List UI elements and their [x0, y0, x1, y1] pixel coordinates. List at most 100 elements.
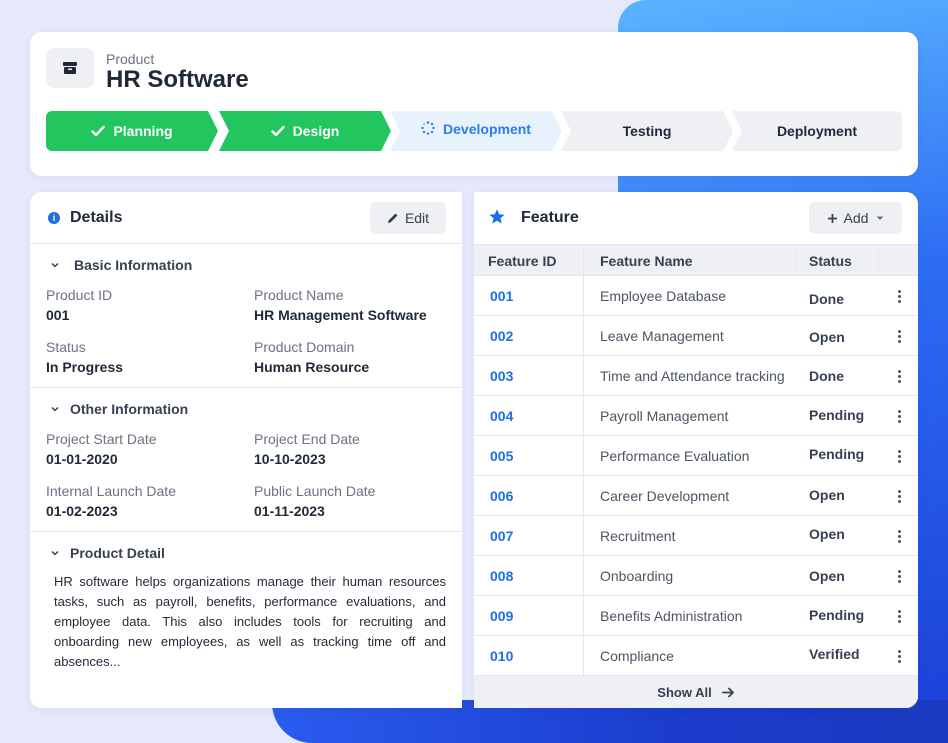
feature-title: Feature	[521, 209, 579, 226]
feature-id[interactable]: 009	[490, 608, 513, 624]
feature-name: Recruitment	[600, 528, 676, 544]
column-divider	[583, 596, 584, 635]
section-product-detail[interactable]: Product Detail	[70, 545, 165, 561]
info-icon: i	[48, 212, 60, 224]
step-planning[interactable]: Planning	[46, 111, 218, 151]
feature-name: Compliance	[600, 648, 674, 664]
feature-name: Time and Attendance tracking	[600, 368, 785, 384]
more-vertical-icon[interactable]	[898, 450, 902, 464]
column-divider	[583, 316, 584, 355]
feature-status: Verified	[809, 646, 860, 662]
internal-launch-value: 01-02-2023	[46, 503, 118, 519]
feature-name: Performance Evaluation	[600, 448, 750, 464]
section-other-information[interactable]: Other Information	[70, 401, 188, 417]
table-row[interactable]: 005 Performance Evaluation Pending	[474, 436, 918, 476]
table-row[interactable]: 007 Recruitment Open	[474, 516, 918, 556]
column-divider	[878, 245, 879, 275]
column-divider	[583, 396, 584, 435]
product-label: Product	[106, 51, 155, 67]
column-divider	[583, 636, 584, 675]
column-divider	[583, 556, 584, 595]
table-row[interactable]: 010 Compliance Verified	[474, 636, 918, 676]
feature-status: Pending	[809, 607, 865, 623]
more-vertical-icon[interactable]	[898, 330, 902, 344]
table-row[interactable]: 003 Time and Attendance tracking Done	[474, 356, 918, 396]
chevron-down-icon[interactable]	[50, 548, 60, 558]
more-vertical-icon[interactable]	[898, 570, 902, 584]
chevron-down-icon[interactable]	[50, 404, 60, 414]
feature-id[interactable]: 006	[490, 488, 513, 504]
more-vertical-icon[interactable]	[898, 610, 902, 624]
step-deployment[interactable]: Deployment	[732, 111, 902, 151]
feature-status: Open	[809, 487, 845, 503]
table-header: Feature ID Feature Name Status	[474, 244, 918, 276]
public-launch-label: Public Launch Date	[254, 483, 376, 499]
more-vertical-icon[interactable]	[898, 370, 902, 384]
spinner-icon	[421, 121, 435, 135]
step-development[interactable]: Development	[390, 111, 562, 151]
more-vertical-icon[interactable]	[898, 490, 902, 504]
product-name-label: Product Name	[254, 287, 344, 303]
feature-status: Open	[809, 526, 845, 542]
feature-id[interactable]: 007	[490, 528, 513, 544]
edit-label: Edit	[404, 210, 430, 226]
feature-name: Career Development	[600, 488, 730, 504]
feature-status: Pending	[809, 407, 865, 423]
details-title: Details	[70, 209, 123, 226]
feature-id[interactable]: 002	[490, 328, 513, 344]
step-testing[interactable]: Testing	[561, 111, 733, 151]
end-date-value: 10-10-2023	[254, 451, 326, 467]
feature-status: Done	[809, 368, 844, 384]
feature-panel: Feature Add Feature ID Feature Name Stat…	[474, 192, 918, 708]
column-divider	[583, 245, 584, 275]
product-description: HR software helps organizations manage t…	[54, 574, 446, 669]
column-divider	[796, 245, 797, 275]
column-divider	[583, 476, 584, 515]
add-label: Add	[843, 210, 869, 226]
section-basic-information[interactable]: Basic Information	[74, 257, 192, 273]
product-domain-value: Human Resource	[254, 359, 370, 375]
feature-id[interactable]: 004	[490, 408, 513, 424]
feature-id[interactable]: 008	[490, 568, 513, 584]
product-id-value: 001	[46, 307, 70, 323]
step-label: Testing	[622, 123, 672, 139]
feature-status: Open	[809, 329, 845, 345]
column-header-feature-id[interactable]: Feature ID	[488, 253, 556, 269]
more-vertical-icon[interactable]	[898, 530, 902, 544]
add-feature-button[interactable]: Add	[809, 202, 902, 234]
step-label: Deployment	[776, 123, 858, 139]
end-date-label: Project End Date	[254, 431, 360, 447]
table-row[interactable]: 002 Leave Management Open	[474, 316, 918, 356]
page-title: HR Software	[106, 66, 249, 93]
table-row[interactable]: 009 Benefits Administration Pending	[474, 596, 918, 636]
edit-button[interactable]: Edit	[370, 202, 446, 234]
details-header: i Details Edit	[30, 192, 462, 244]
table-row[interactable]: 004 Payroll Management Pending	[474, 396, 918, 436]
table-row[interactable]: 006 Career Development Open	[474, 476, 918, 516]
chevron-down-icon[interactable]	[50, 260, 60, 270]
column-divider	[583, 356, 584, 395]
feature-id[interactable]: 003	[490, 368, 513, 384]
start-date-value: 01-01-2020	[46, 451, 118, 467]
column-header-status[interactable]: Status	[809, 253, 852, 269]
check-icon	[91, 125, 105, 137]
column-header-feature-name[interactable]: Feature Name	[600, 253, 693, 269]
public-launch-value: 01-11-2023	[254, 503, 325, 519]
column-divider	[583, 516, 584, 555]
column-divider	[583, 436, 584, 475]
product-id-label: Product ID	[46, 287, 113, 303]
more-vertical-icon[interactable]	[898, 290, 902, 304]
feature-id[interactable]: 001	[490, 288, 513, 304]
details-panel: i Details Edit Basic Information Product…	[30, 192, 462, 708]
table-row[interactable]: 001 Employee Database Done	[474, 276, 918, 316]
progress-steps: Planning Design Development Testing Depl…	[46, 111, 902, 151]
feature-id[interactable]: 005	[490, 448, 513, 464]
pencil-icon	[387, 212, 399, 224]
step-design[interactable]: Design	[219, 111, 391, 151]
show-all-button[interactable]: Show All	[474, 676, 918, 708]
more-vertical-icon[interactable]	[898, 650, 902, 664]
product-name-value: HR Management Software	[254, 307, 427, 323]
more-vertical-icon[interactable]	[898, 410, 902, 424]
feature-id[interactable]: 010	[490, 648, 513, 664]
table-row[interactable]: 008 Onboarding Open	[474, 556, 918, 596]
